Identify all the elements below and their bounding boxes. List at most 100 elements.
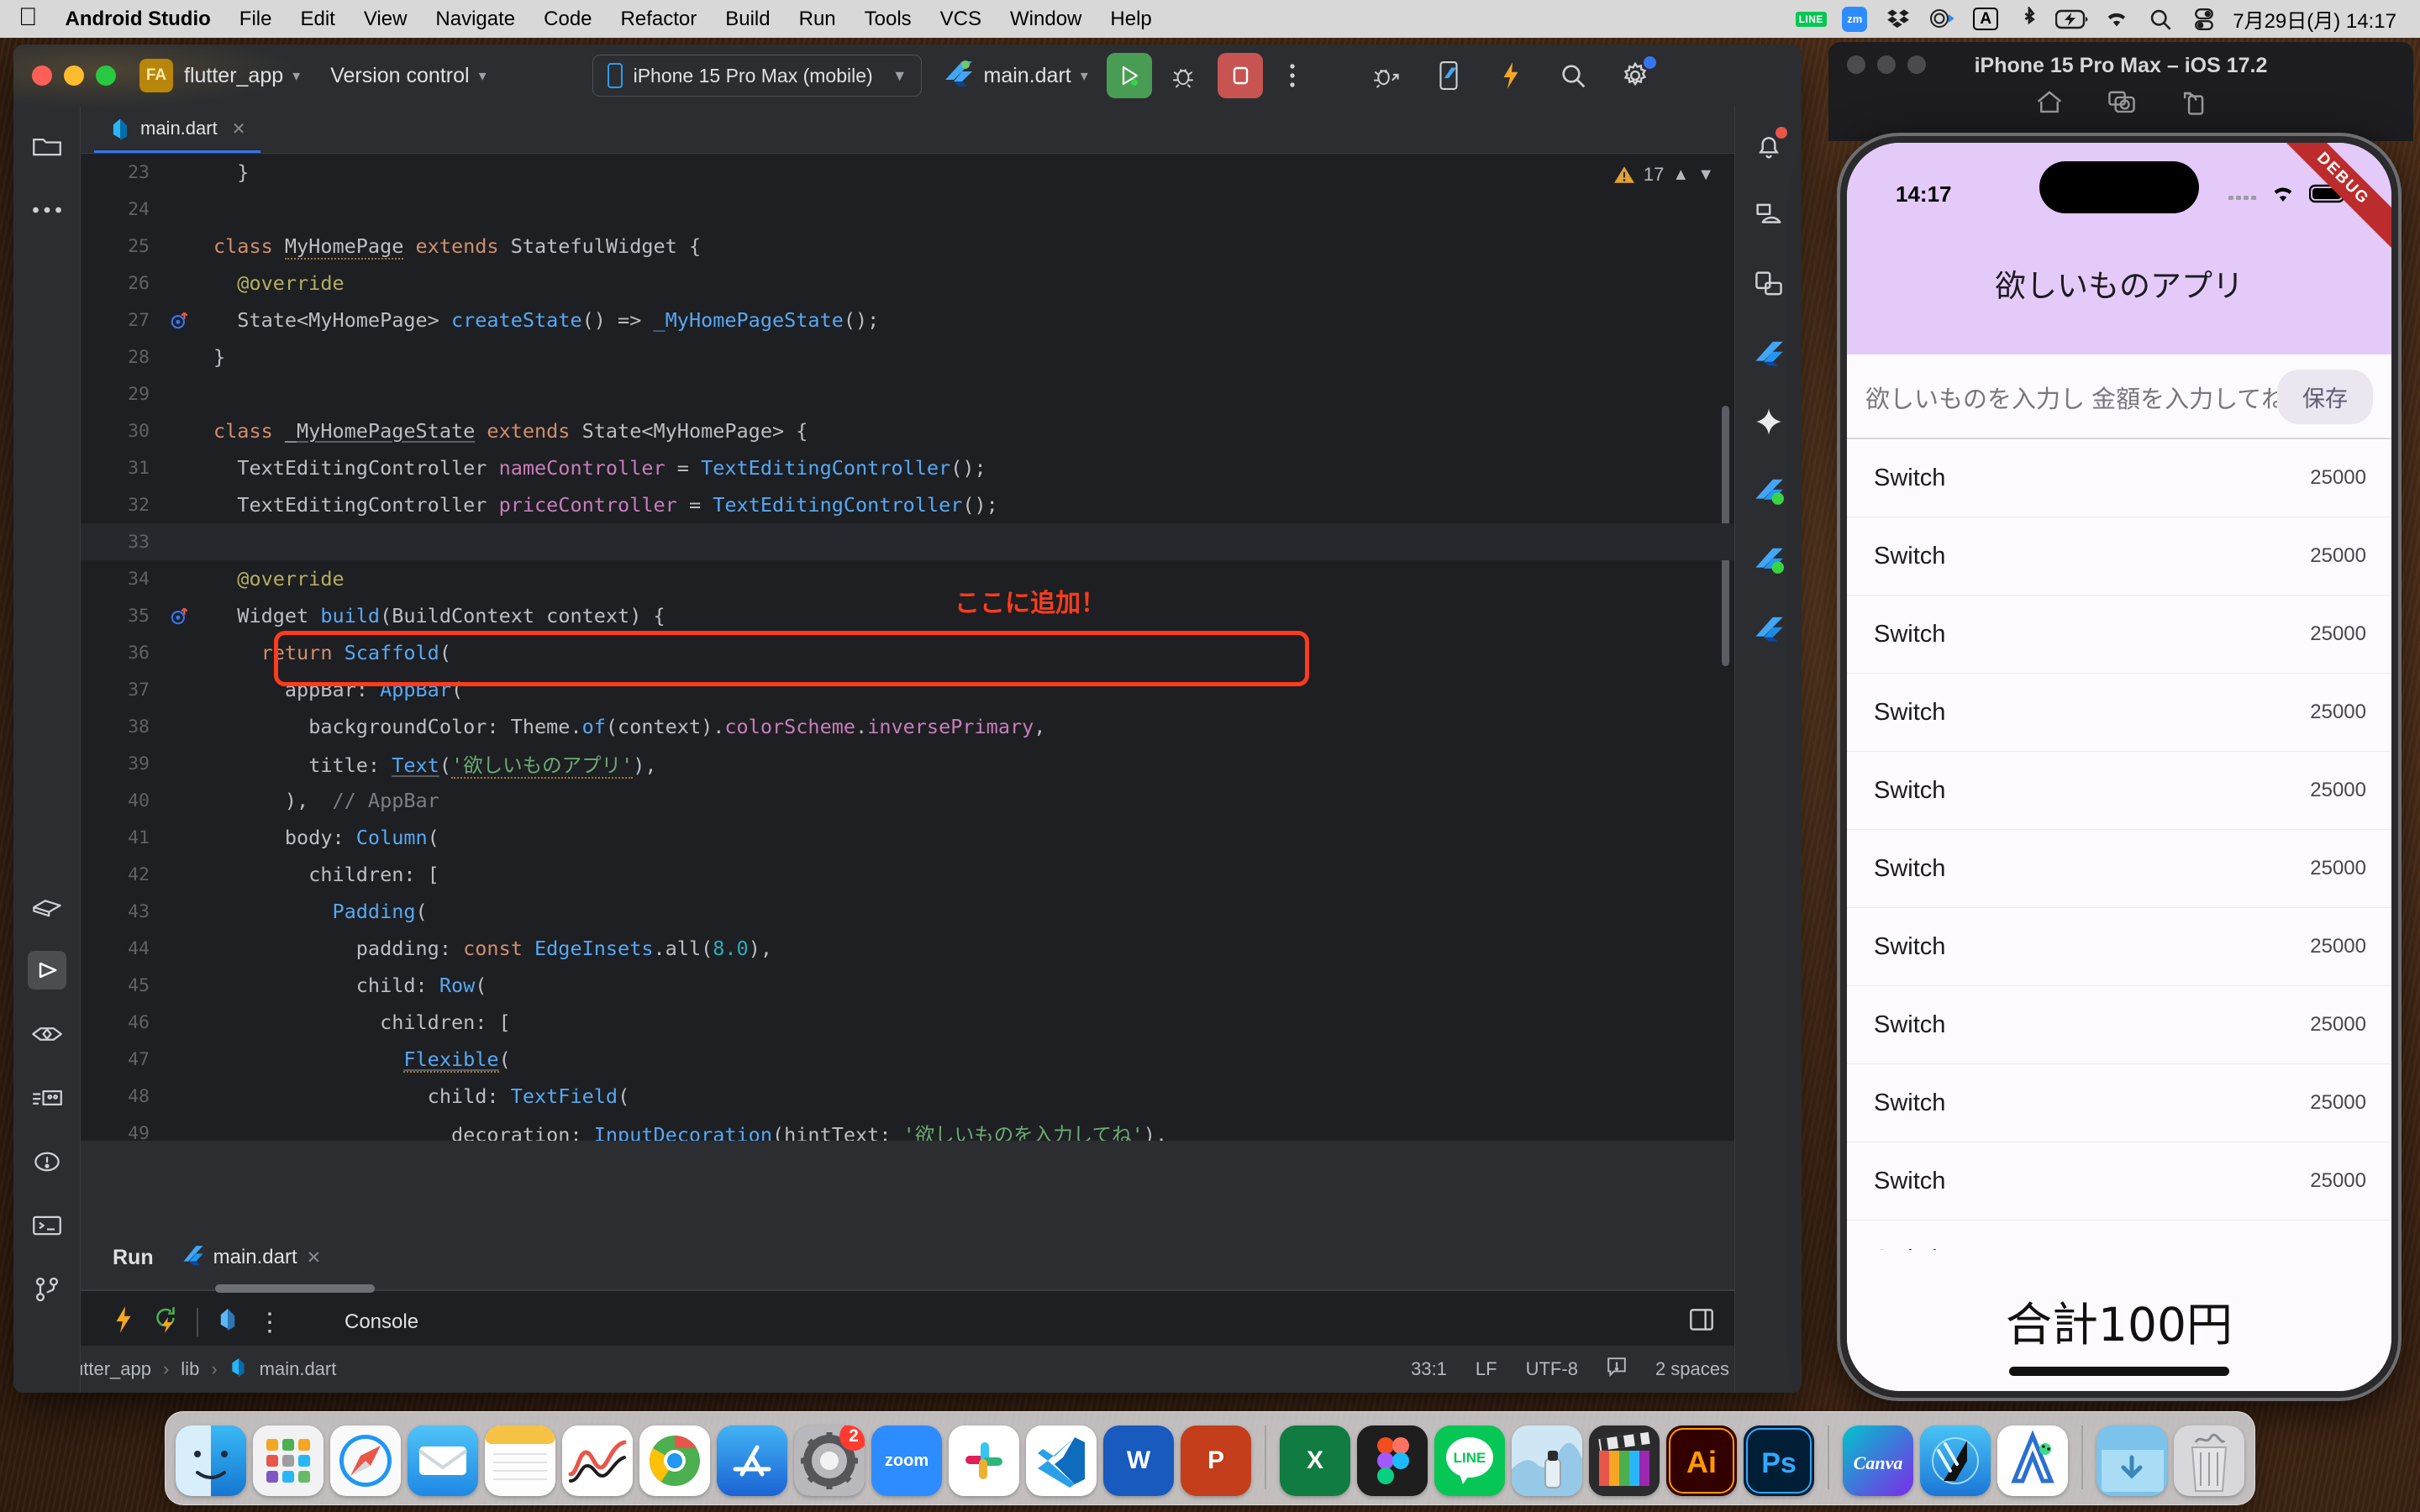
home-icon[interactable] — [2035, 89, 2064, 120]
dock-item-stocks[interactable] — [562, 1425, 633, 1496]
breadcrumb-file[interactable]: main.dart — [260, 1358, 337, 1380]
code-line[interactable]: 41 body: Column( — [81, 819, 1734, 856]
code-line[interactable]: 34 @override — [81, 560, 1734, 597]
code-line[interactable]: 35 Widget build(BuildContext context) { — [81, 597, 1734, 634]
code-editor[interactable]: 17 ▲ ▼ 23 } 24 25 class MyHomePage extends … — [81, 154, 1734, 1141]
code-line[interactable]: 30 class _MyHomePageState extends State<M… — [81, 412, 1734, 449]
run-tool-window-icon[interactable] — [27, 951, 66, 990]
menu-run[interactable]: Run — [785, 8, 850, 31]
menu-window[interactable]: Window — [996, 8, 1096, 31]
more-tool-windows-icon[interactable] — [28, 191, 66, 229]
dock-item-line[interactable]: LINE — [1434, 1425, 1505, 1496]
device-mirror-button[interactable] — [1428, 55, 1470, 97]
code-line[interactable]: 38 backgroundColor: Theme.of(context).co… — [81, 708, 1734, 745]
line-app-icon[interactable]: LINE — [1789, 0, 1833, 38]
screenshot-camera-icon[interactable] — [2107, 89, 2136, 120]
list-item[interactable]: Switch25000 — [1847, 908, 2391, 986]
list-item[interactable]: Switch25000 — [1847, 596, 2391, 674]
debug-button[interactable] — [1162, 55, 1204, 97]
dock-item-word[interactable]: W — [1103, 1425, 1174, 1496]
flutter-performance-icon[interactable] — [1749, 333, 1788, 372]
dock-item-excel[interactable]: X — [1280, 1425, 1350, 1496]
console-options-kebab-icon[interactable]: ⋮ — [257, 1308, 282, 1337]
dock-item-zoom[interactable]: zoom — [871, 1425, 942, 1496]
list-item[interactable]: Switch25000 — [1847, 830, 2391, 908]
code-line[interactable]: 27 State<MyHomePage> createState() => _M… — [81, 302, 1734, 339]
code-line[interactable]: 42 children: [ — [81, 856, 1734, 893]
line-separator[interactable]: LF — [1476, 1358, 1497, 1380]
dock-item-launchpad[interactable] — [253, 1425, 324, 1496]
menu-android-studio[interactable]: Android Studio — [51, 8, 225, 31]
code-line[interactable]: 44 padding: const EdgeInsets.all(8.0), — [81, 930, 1734, 967]
caret-position[interactable]: 33:1 — [1411, 1358, 1447, 1380]
dock-item-mail[interactable] — [408, 1425, 478, 1496]
dock-item-photoshop[interactable]: Ps — [1744, 1425, 1814, 1496]
simulator-maximize-button[interactable] — [1907, 55, 1926, 74]
dock-item-notes[interactable] — [485, 1425, 555, 1496]
build-icon[interactable] — [28, 887, 66, 926]
list-item[interactable]: Switch25000 — [1847, 1064, 2391, 1142]
wifi-icon[interactable] — [2095, 0, 2139, 38]
code-line[interactable]: 31 TextEditingController nameController … — [81, 449, 1734, 486]
code-line[interactable]: 28} — [81, 339, 1734, 375]
menu-tools[interactable]: Tools — [850, 8, 926, 31]
flutter-widget-icon[interactable] — [1749, 609, 1788, 648]
code-line[interactable]: 33 — [81, 523, 1734, 560]
menu-navigate[interactable]: Navigate — [421, 8, 529, 31]
chevron-down-icon[interactable]: ▼ — [1697, 165, 1714, 185]
simulator-minimize-button[interactable] — [1877, 55, 1896, 74]
minimize-window-button[interactable] — [64, 66, 84, 86]
control-center-icon[interactable] — [2182, 0, 2226, 38]
project-folder-icon[interactable] — [28, 127, 66, 165]
chevron-up-icon[interactable]: ▲ — [1672, 165, 1689, 185]
breadcrumb-lib[interactable]: lib — [181, 1358, 199, 1380]
simulator-traffic-lights[interactable] — [1847, 55, 1926, 74]
device-selector[interactable]: iPhone 15 Pro Max (mobile) ▼ — [592, 55, 922, 97]
inspection-widget[interactable]: 17 ▲ ▼ — [1613, 164, 1714, 186]
menu-build[interactable]: Build — [711, 8, 784, 31]
run-configuration-selector[interactable]: main.dart ▾ — [944, 60, 1088, 92]
run-more-button[interactable] — [1271, 55, 1313, 97]
code-line[interactable]: 40 ), // AppBar — [81, 782, 1734, 819]
dock-item-app-store[interactable] — [717, 1425, 787, 1496]
menu-code[interactable]: Code — [529, 8, 606, 31]
code-line[interactable]: 49 decoration: InputDecoration(hintText:… — [81, 1115, 1734, 1142]
flutter-devtools-icon[interactable] — [1749, 471, 1788, 510]
restart-lightning-icon[interactable] — [153, 1305, 178, 1341]
dock-item-trash[interactable] — [2174, 1425, 2244, 1496]
run-session-tab[interactable]: main.dart ✕ — [182, 1245, 321, 1270]
version-control-icon[interactable] — [28, 1270, 66, 1309]
dock-item-chrome[interactable] — [639, 1425, 710, 1496]
dock-item-finder[interactable] — [176, 1425, 246, 1496]
bluetooth-icon[interactable] — [2007, 0, 2051, 38]
menubar-clock[interactable]: 7月29日(月) 14:17 — [2226, 4, 2408, 34]
code-line[interactable]: 24 — [81, 191, 1734, 228]
run-button[interactable] — [1106, 53, 1152, 98]
spotlight-search-icon[interactable] — [2139, 0, 2182, 38]
code-line[interactable]: 26 @override — [81, 265, 1734, 302]
horizontal-scrollbar-thumb[interactable] — [215, 1284, 375, 1293]
dock-item-downloads-folder[interactable] — [2096, 1425, 2167, 1496]
dock-item-vscode[interactable] — [1026, 1425, 1097, 1496]
code-line[interactable]: 43 Padding( — [81, 893, 1734, 930]
list-item[interactable]: Switch25000 — [1847, 986, 2391, 1064]
code-line[interactable]: 25 class MyHomePage extends StatefulWidge… — [81, 228, 1734, 265]
menu-view[interactable]: View — [350, 8, 422, 31]
code-line[interactable]: 32 TextEditingController priceController… — [81, 486, 1734, 523]
code-line[interactable]: 29 — [81, 375, 1734, 412]
dock-item-slack[interactable] — [949, 1425, 1019, 1496]
list-item[interactable]: Switch25000 — [1847, 1221, 2391, 1251]
wish-item-list[interactable]: Switch 25000 Switch 25000 Switch 25000 Switch 2… — [1847, 439, 2391, 1250]
dropbox-icon[interactable] — [1876, 0, 1920, 38]
zoom-app-icon[interactable]: zm — [1833, 0, 1876, 38]
list-item[interactable]: Switch25000 — [1847, 674, 2391, 752]
search-everywhere-button[interactable] — [1552, 55, 1594, 97]
airplay-icon[interactable] — [1920, 0, 1964, 38]
dock-item-safari[interactable] — [330, 1425, 401, 1496]
gemini-sparkle-icon[interactable] — [1749, 402, 1788, 441]
override-marker-icon[interactable] — [161, 309, 198, 331]
editor-tab-main-dart[interactable]: main.dart ✕ — [94, 107, 261, 153]
dock-item-xcode[interactable] — [1920, 1425, 1991, 1496]
dock-item-final-cut-pro[interactable] — [1589, 1425, 1660, 1496]
list-item[interactable]: Switch25000 — [1847, 439, 2391, 517]
